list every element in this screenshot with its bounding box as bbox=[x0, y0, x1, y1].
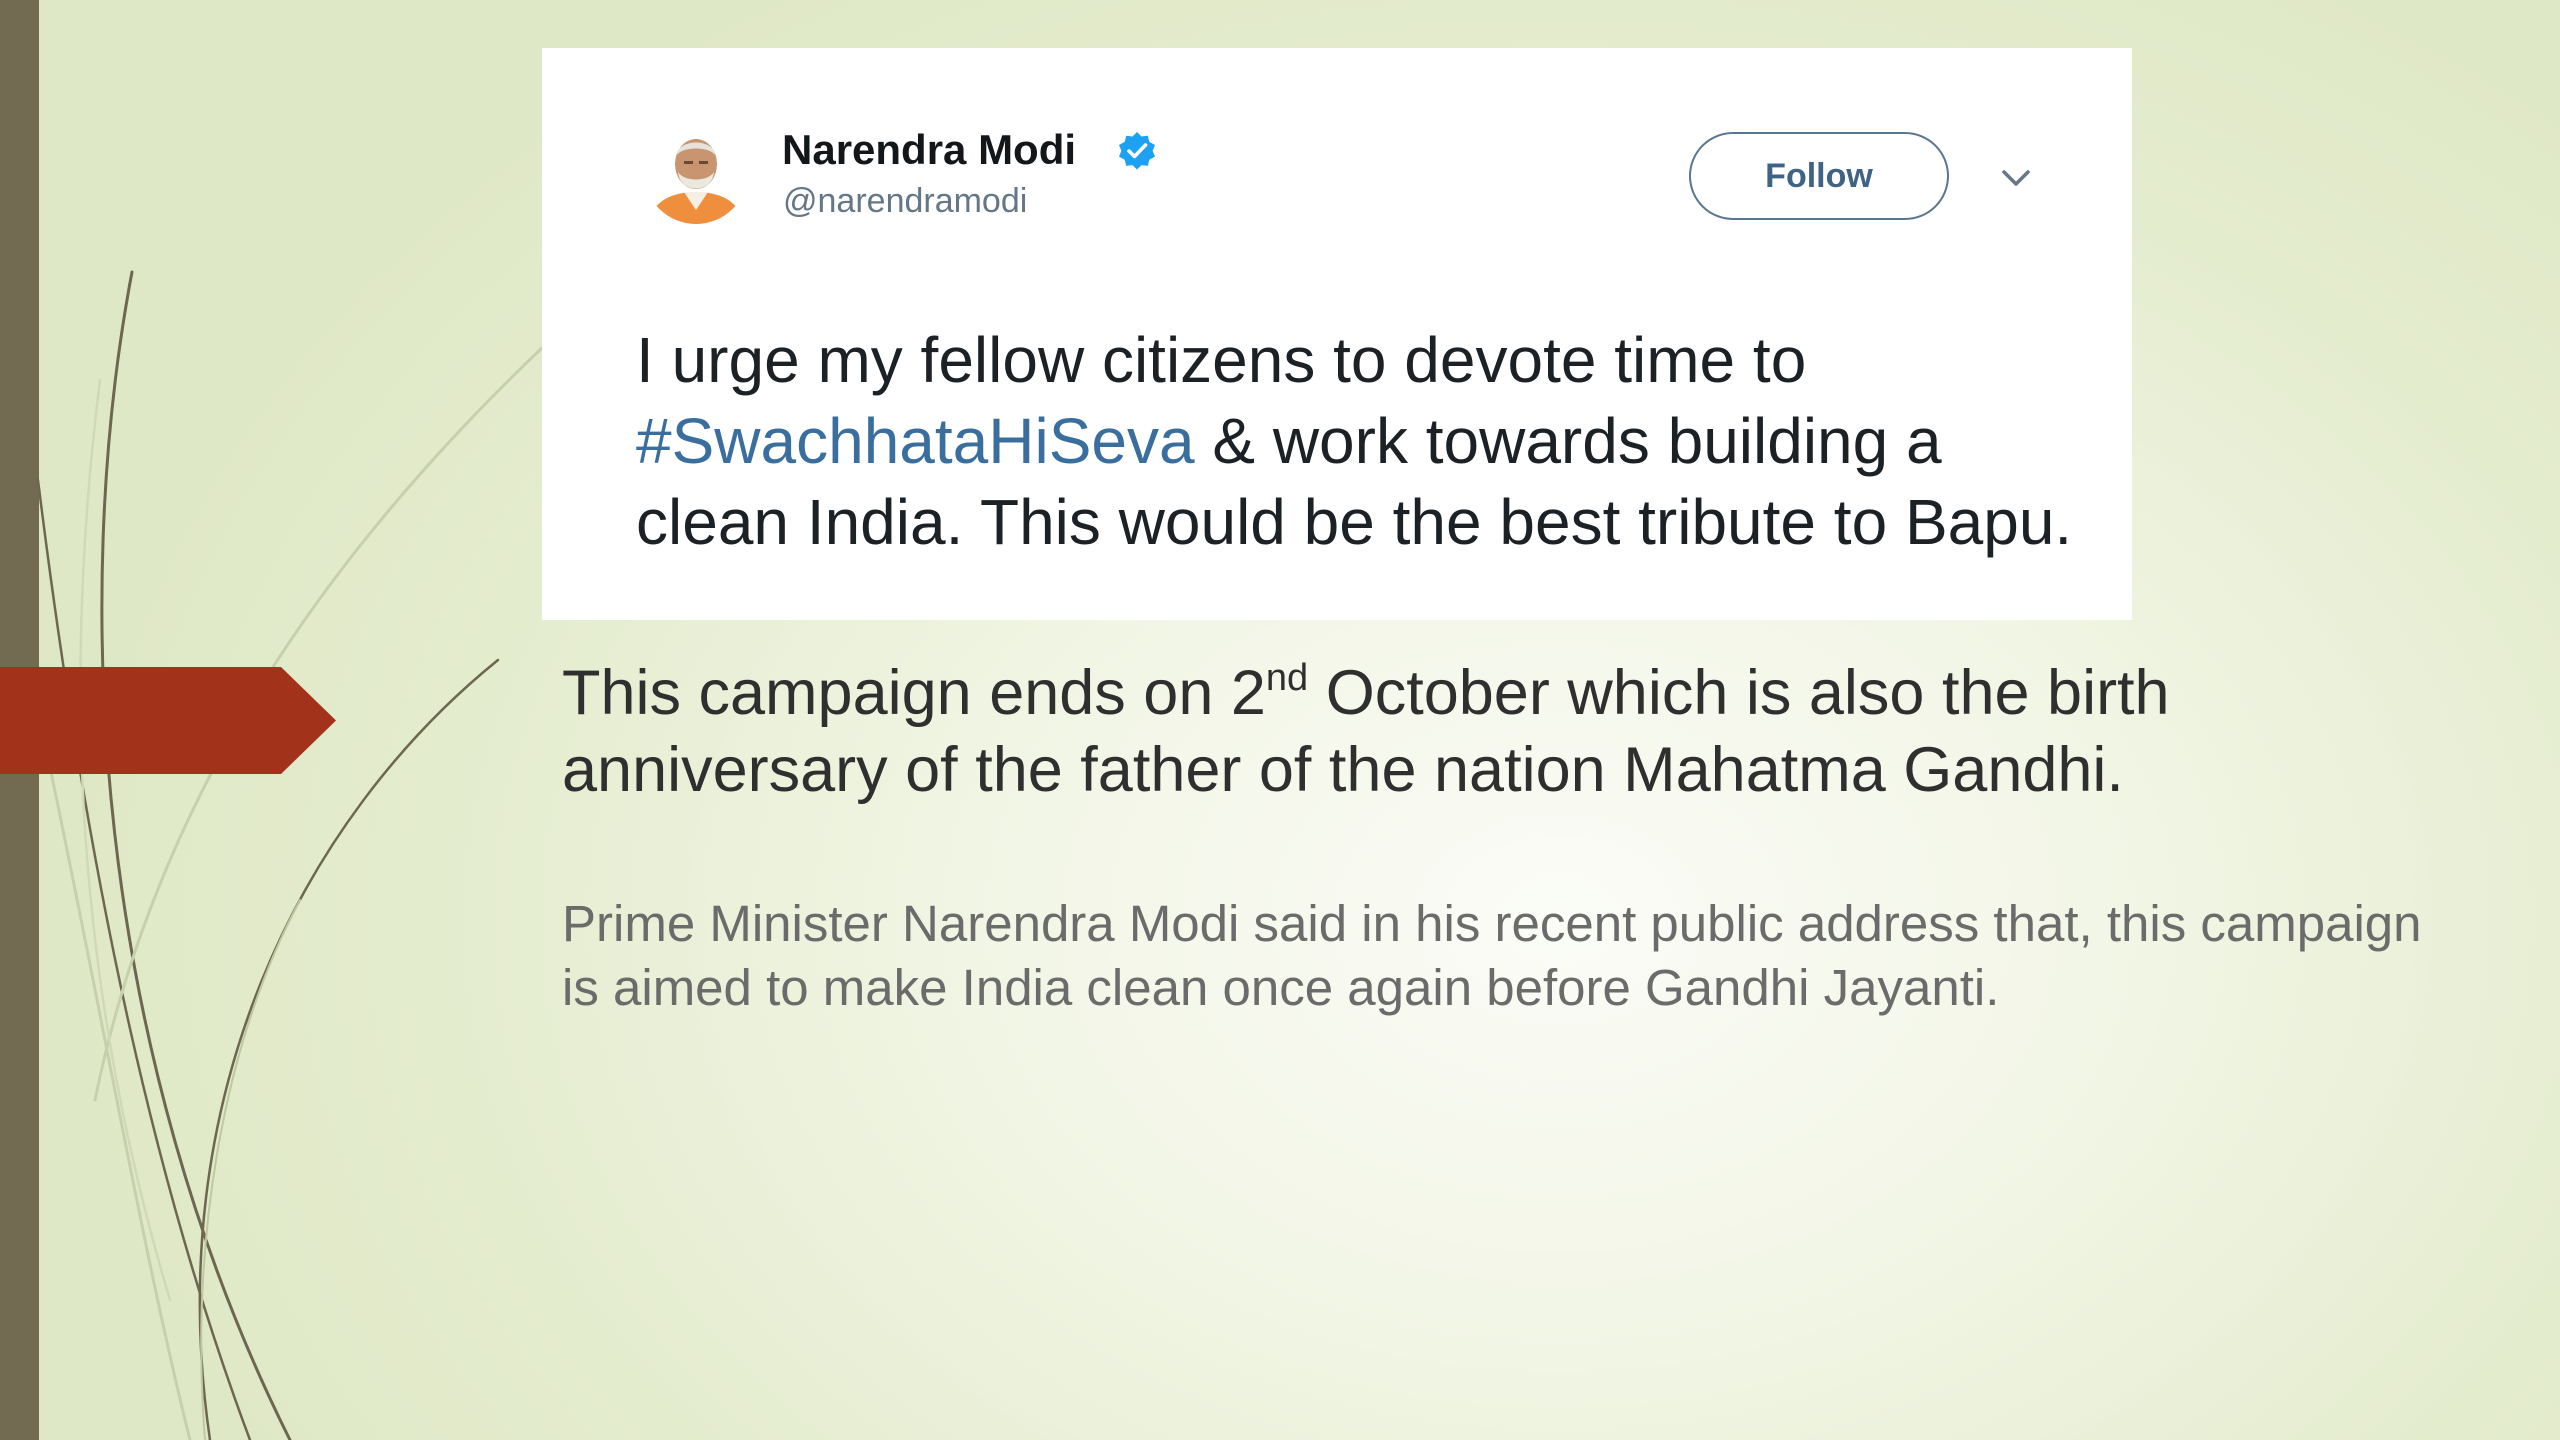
ordinal-suffix: nd bbox=[1265, 657, 1309, 699]
tweet-text: I urge my fellow citizens to devote time… bbox=[636, 320, 2096, 563]
chevron-down-icon[interactable] bbox=[1998, 160, 2034, 196]
arrow-tab bbox=[0, 667, 336, 774]
verified-badge-icon bbox=[1119, 132, 1155, 170]
campaign-paragraph: This campaign ends on 2nd October which … bbox=[562, 655, 2462, 809]
tweet-text-start: I urge my fellow citizens to devote time… bbox=[636, 324, 1807, 396]
tweet-card: Narendra Modi @narendramodi Follow I urg… bbox=[542, 48, 2132, 620]
address-paragraph: Prime Minister Narendra Modi said in his… bbox=[562, 895, 2422, 1016]
user-name[interactable]: Narendra Modi bbox=[782, 124, 1076, 176]
user-handle[interactable]: @narendramodi bbox=[783, 180, 1027, 222]
hashtag-link[interactable]: #SwachhataHiSeva bbox=[636, 405, 1195, 477]
avatar[interactable] bbox=[644, 120, 748, 224]
follow-button[interactable]: Follow bbox=[1689, 132, 1949, 220]
campaign-text-start: This campaign ends on 2 bbox=[562, 658, 1266, 728]
arrow-shape bbox=[0, 667, 336, 774]
